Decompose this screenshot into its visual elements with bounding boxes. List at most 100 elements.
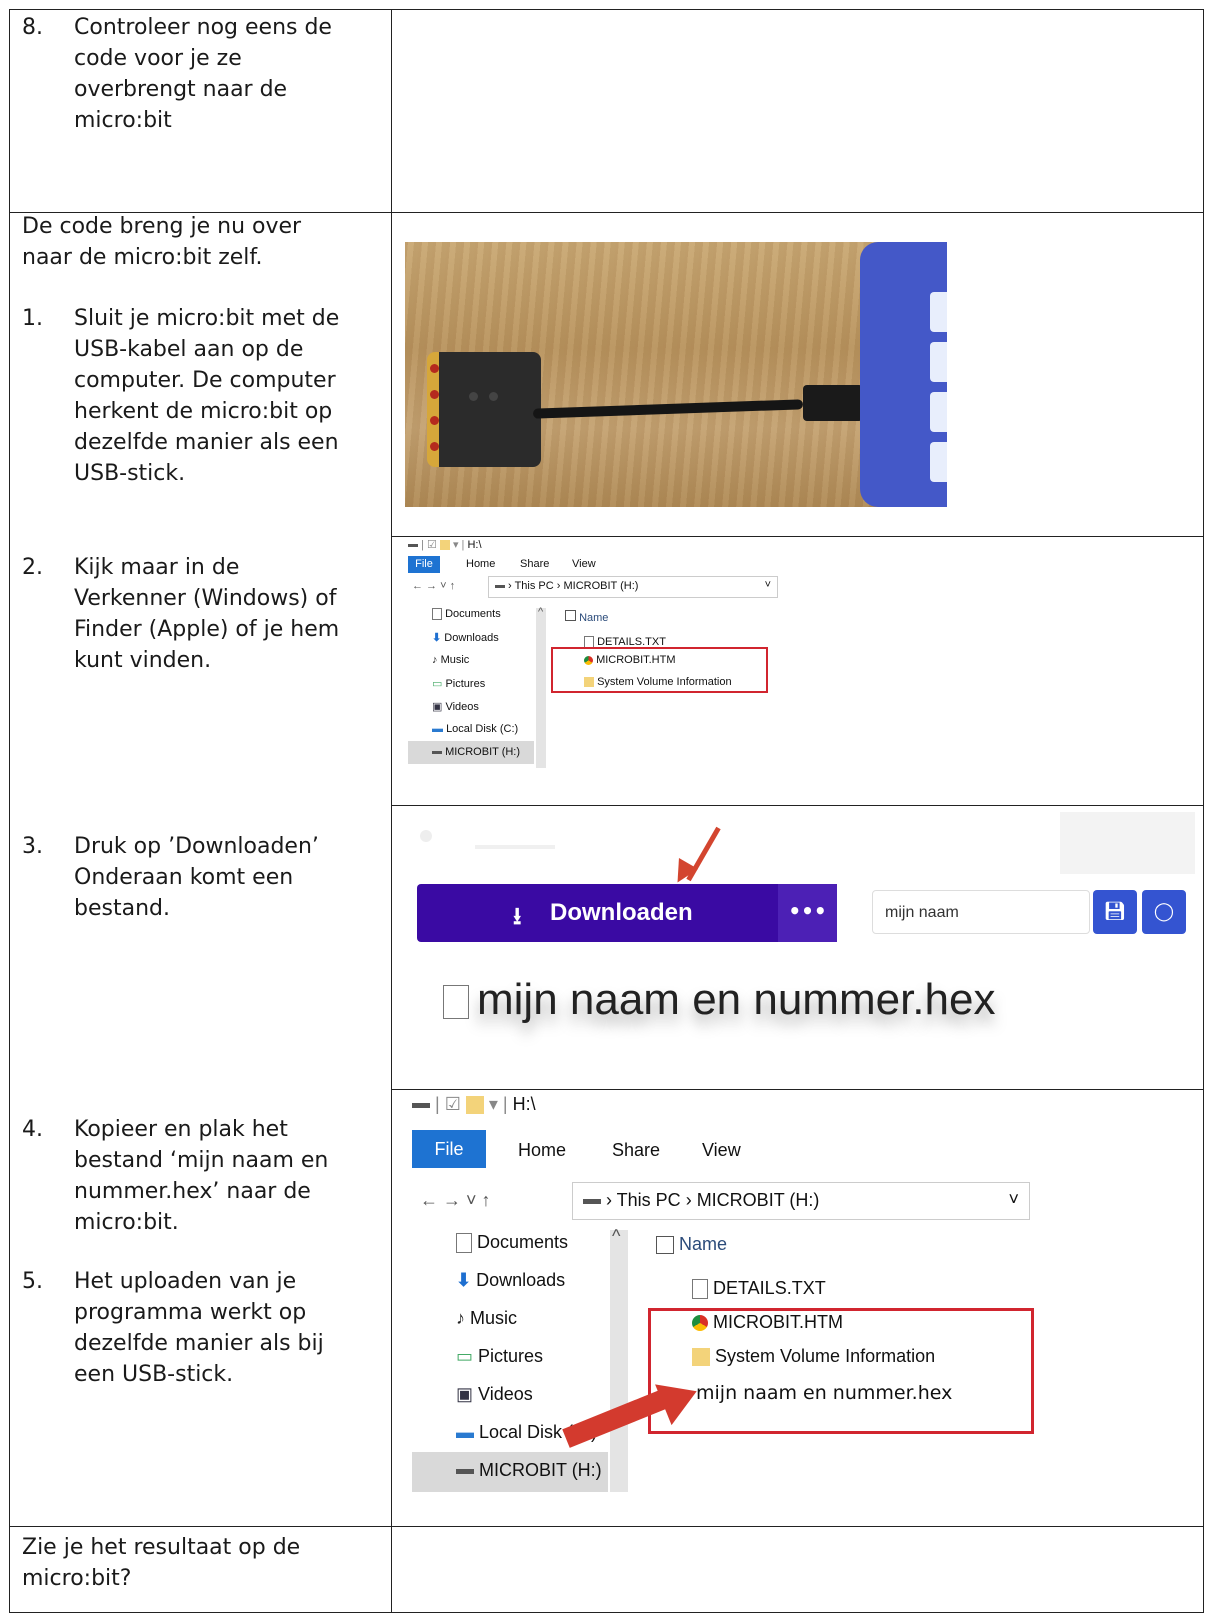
text-line: Sluit je micro:bit met de: [74, 306, 340, 331]
title-bar: | ☑ ▾ | H:\: [412, 1094, 536, 1115]
chevron-down-icon[interactable]: ˅: [1008, 1189, 1019, 1210]
highlight-box: [551, 647, 768, 693]
checkbox[interactable]: [565, 610, 576, 621]
nav-documents[interactable]: Documents: [456, 1232, 568, 1254]
nav-arrows[interactable]: ← → ˅ ↑: [420, 1190, 491, 1211]
disk-icon: [583, 1198, 601, 1204]
text-line: bestand.: [74, 896, 170, 921]
folder-icon: [465, 1096, 484, 1115]
text-line: dezelfde manier als bij: [74, 1331, 324, 1356]
file-details-txt[interactable]: DETAILS.TXT: [692, 1278, 826, 1300]
text-line: Verkenner (Windows) of: [74, 586, 337, 611]
row-divider: [391, 805, 1203, 806]
scrollbar[interactable]: [536, 608, 546, 768]
videos-icon: ▣: [432, 701, 443, 713]
path-this-pc[interactable]: This PC: [617, 1190, 681, 1210]
music-icon: ♪: [456, 1308, 465, 1328]
nav-videos[interactable]: ▣ Videos: [432, 700, 479, 713]
nav-pictures[interactable]: ▭ Pictures: [456, 1346, 543, 1367]
save-icon: 💾︎: [1103, 901, 1127, 922]
save-button[interactable]: 💾︎: [1093, 890, 1137, 934]
step-number: 3.: [22, 834, 43, 859]
laptop-edge: [860, 242, 947, 507]
tab-file[interactable]: File: [412, 1130, 486, 1168]
nav-downloads[interactable]: ⬇ Downloads: [432, 631, 499, 644]
nav-music[interactable]: ♪ Music: [432, 654, 469, 666]
text-line: herkent de micro:bit op: [74, 399, 333, 424]
download-icon: ⬇: [432, 632, 442, 644]
document-icon: [456, 1233, 472, 1254]
file-explorer-large: | ☑ ▾ | H:\ File Home Share View ← → ˅ ↑…: [412, 1090, 1044, 1492]
text-line: code voor je ze: [74, 46, 242, 71]
column-header-name[interactable]: Name: [565, 610, 608, 624]
checkbox[interactable]: [656, 1236, 674, 1255]
disk-icon: [495, 584, 505, 588]
tab-view[interactable]: View: [572, 558, 596, 570]
column-divider: [391, 10, 392, 1612]
nav-documents[interactable]: Documents: [432, 608, 501, 621]
downloaded-file[interactable]: mijn naam en nummer.hex: [443, 975, 995, 1025]
folder-icon: [439, 540, 450, 551]
nav-arrows[interactable]: ← → ˅ ↑: [412, 580, 455, 592]
nav-videos[interactable]: ▣ Videos: [456, 1384, 533, 1405]
tab-file[interactable]: File: [408, 556, 440, 573]
disk-icon: ▬: [456, 1422, 474, 1442]
tab-share[interactable]: Share: [520, 558, 549, 570]
chevron-up-icon[interactable]: ^: [612, 1226, 620, 1247]
nav-music[interactable]: ♪ Music: [456, 1308, 517, 1329]
step-number: 2.: [22, 555, 43, 580]
text-line: Kijk maar in de: [74, 555, 240, 580]
github-icon: ◯: [1153, 901, 1175, 922]
text-line: een USB-stick.: [74, 1362, 234, 1387]
pictures-icon: ▭: [456, 1346, 474, 1366]
column-header-name[interactable]: Name: [656, 1234, 727, 1255]
text-line: nummer.hex’ naar de: [74, 1179, 311, 1204]
path-this-pc[interactable]: This PC: [515, 580, 554, 592]
tab-view[interactable]: View: [702, 1140, 741, 1161]
text-line: Finder (Apple) of je hem: [74, 617, 340, 642]
text-line: computer. De computer: [74, 368, 336, 393]
download-button[interactable]: ⭳ Downloaden: [417, 884, 837, 942]
usb-plug: [803, 385, 863, 421]
text-line: Onderaan komt een: [74, 865, 294, 890]
document-icon: [692, 1279, 708, 1300]
download-icon: ⬇: [456, 1270, 472, 1290]
tab-share[interactable]: Share: [612, 1140, 660, 1161]
window-title: H:\: [512, 1094, 536, 1114]
text-line: dezelfde manier als een: [74, 430, 339, 455]
nav-downloads[interactable]: ⬇ Downloads: [456, 1270, 565, 1291]
path-microbit[interactable]: MICROBIT (H:): [697, 1190, 820, 1210]
path-microbit[interactable]: MICROBIT (H:): [563, 580, 638, 592]
document-icon: [443, 985, 469, 1020]
text-line: Zie je het resultaat op de: [22, 1535, 301, 1560]
project-name-input[interactable]: mijn naam: [872, 890, 1090, 934]
title-bar: | ☑ ▾ | H:\: [408, 538, 482, 551]
step-number: 4.: [22, 1117, 43, 1142]
disk-icon: [412, 1102, 430, 1108]
text-line: micro:bit?: [22, 1566, 132, 1591]
chevron-up-icon[interactable]: ^: [538, 606, 543, 618]
chevron-down-icon[interactable]: ˅: [765, 579, 771, 591]
text-line: micro:bit.: [74, 1210, 179, 1235]
nav-microbit[interactable]: MICROBIT (H:): [456, 1460, 602, 1481]
text-line: bestand ‘mijn naam en: [74, 1148, 329, 1173]
address-bar[interactable]: › This PC › MICROBIT (H:) ˅: [572, 1182, 1030, 1220]
text-line: overbrengt naar de: [74, 77, 288, 102]
address-bar[interactable]: › This PC › MICROBIT (H:) ˅: [488, 576, 778, 598]
microbit-usb-photo: [405, 242, 947, 507]
more-options-button[interactable]: •••: [778, 884, 837, 942]
scrollbar[interactable]: [610, 1230, 628, 1492]
nav-pictures[interactable]: ▭ Pictures: [432, 677, 485, 690]
text-line: micro:bit: [74, 108, 172, 133]
tab-home[interactable]: Home: [466, 558, 495, 570]
tab-home[interactable]: Home: [518, 1140, 566, 1161]
nav-local-disk[interactable]: ▬ Local Disk (C:): [432, 723, 518, 735]
step-number: 5.: [22, 1269, 43, 1294]
github-button[interactable]: ◯: [1142, 890, 1186, 934]
nav-microbit[interactable]: MICROBIT (H:): [432, 746, 520, 758]
music-icon: ♪: [432, 654, 438, 666]
text-line: kunt vinden.: [74, 648, 212, 673]
microbit-board: [427, 352, 541, 467]
download-icon: ⭳: [513, 903, 522, 930]
text-line: De code breng je nu over: [22, 214, 302, 239]
